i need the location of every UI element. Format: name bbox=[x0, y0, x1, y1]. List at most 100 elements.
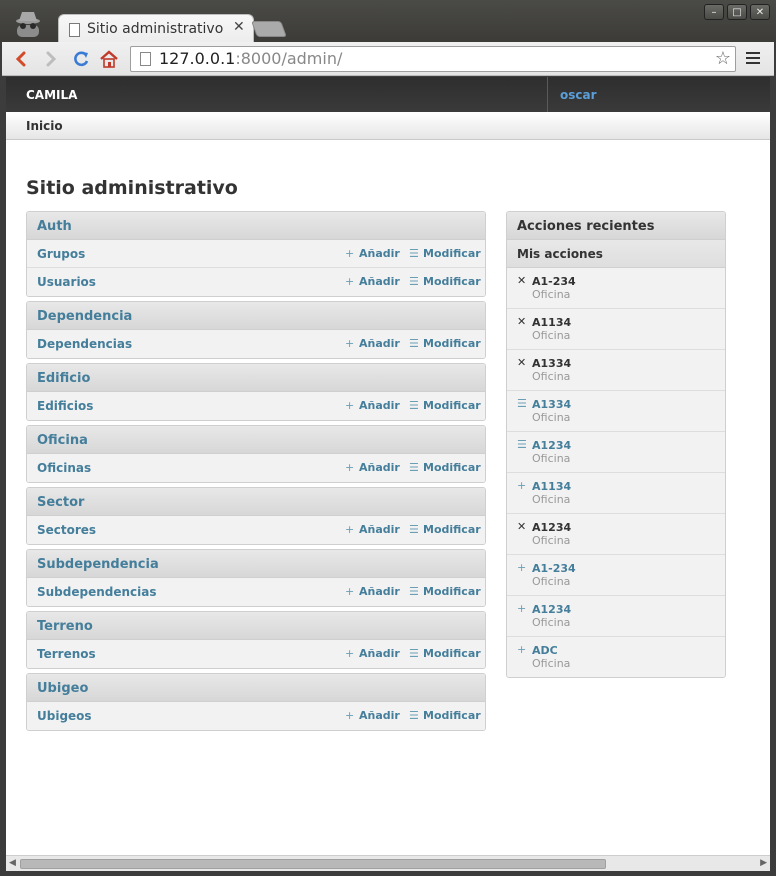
change-icon: ☰ bbox=[409, 585, 419, 598]
model-link[interactable]: Subdependencias bbox=[37, 585, 157, 599]
maximize-button[interactable]: □ bbox=[727, 4, 747, 20]
change-label: Modificar bbox=[423, 585, 481, 598]
app-module-header: Terreno bbox=[27, 612, 485, 640]
close-window-button[interactable]: ✕ bbox=[750, 4, 770, 20]
add-label: Añadir bbox=[359, 399, 400, 412]
back-button[interactable] bbox=[10, 48, 32, 70]
recent-action-item[interactable]: ☰ A1234 Oficina bbox=[507, 432, 725, 473]
browser-menu-icon[interactable] bbox=[746, 52, 760, 66]
page-title: Sitio administrativo bbox=[26, 177, 238, 199]
model-link[interactable]: Usuarios bbox=[37, 275, 96, 289]
change-icon: ☰ bbox=[409, 647, 419, 660]
app-link[interactable]: Ubigeo bbox=[37, 681, 88, 696]
model-link[interactable]: Oficinas bbox=[37, 461, 91, 475]
action-object-name[interactable]: A1-234 bbox=[532, 562, 576, 575]
change-icon: ☰ bbox=[409, 275, 419, 288]
home-button[interactable] bbox=[98, 48, 120, 70]
change-label: Modificar bbox=[423, 399, 481, 412]
model-link[interactable]: Sectores bbox=[37, 523, 96, 537]
bookmark-star-icon[interactable]: ☆ bbox=[715, 48, 731, 69]
url-host: 127.0.0.1 bbox=[159, 49, 236, 68]
change-link[interactable]: ☰ Modificar bbox=[409, 523, 481, 536]
forward-button[interactable] bbox=[40, 48, 62, 70]
action-object-name[interactable]: A1134 bbox=[532, 480, 571, 493]
change-label: Modificar bbox=[423, 647, 481, 660]
action-object-name[interactable]: A1334 bbox=[532, 398, 571, 411]
recent-actions-title: Acciones recientes bbox=[517, 219, 655, 234]
add-icon: + bbox=[517, 602, 527, 615]
change-link[interactable]: ☰ Modificar bbox=[409, 337, 481, 350]
model-row: Edificios + Añadir ☰ Modificar bbox=[27, 392, 485, 420]
change-link[interactable]: ☰ Modificar bbox=[409, 647, 481, 660]
minimize-button[interactable]: – bbox=[704, 4, 724, 20]
change-link[interactable]: ☰ Modificar bbox=[409, 461, 481, 474]
add-label: Añadir bbox=[359, 585, 400, 598]
change-label: Modificar bbox=[423, 275, 481, 288]
action-object-name[interactable]: A1234 bbox=[532, 439, 571, 452]
app-link[interactable]: Terreno bbox=[37, 619, 93, 634]
action-object-name[interactable]: ADC bbox=[532, 644, 558, 657]
change-label: Modificar bbox=[423, 523, 481, 536]
add-link[interactable]: + Añadir bbox=[345, 247, 400, 260]
action-object-type: Oficina bbox=[532, 657, 571, 670]
add-link[interactable]: + Añadir bbox=[345, 275, 400, 288]
app-link[interactable]: Subdependencia bbox=[37, 557, 159, 572]
scroll-left-arrow-icon[interactable]: ◀ bbox=[9, 858, 16, 868]
actions-list: ✕ A1-234 Oficina ✕ A1134 Oficina ✕ A1334 Oficina… bbox=[507, 268, 725, 677]
app-link[interactable]: Oficina bbox=[37, 433, 88, 448]
add-link[interactable]: + Añadir bbox=[345, 523, 400, 536]
add-link[interactable]: + Añadir bbox=[345, 709, 400, 722]
model-link[interactable]: Terrenos bbox=[37, 647, 96, 661]
change-link[interactable]: ☰ Modificar bbox=[409, 275, 481, 288]
add-link[interactable]: + Añadir bbox=[345, 647, 400, 660]
action-object-name[interactable]: A1234 bbox=[532, 603, 571, 616]
change-link[interactable]: ☰ Modificar bbox=[409, 399, 481, 412]
add-link[interactable]: + Añadir bbox=[345, 585, 400, 598]
change-link[interactable]: ☰ Modificar bbox=[409, 709, 481, 722]
recent-action-item[interactable]: + A1134 Oficina bbox=[507, 473, 725, 514]
app-link[interactable]: Sector bbox=[37, 495, 84, 510]
app-module-header: Subdependencia bbox=[27, 550, 485, 578]
add-link[interactable]: + Añadir bbox=[345, 461, 400, 474]
app-module-header: Auth bbox=[27, 212, 485, 240]
recent-action-item[interactable]: ☰ A1334 Oficina bbox=[507, 391, 725, 432]
horizontal-scrollbar[interactable]: ◀ ▶ bbox=[6, 855, 770, 871]
browser-tab[interactable]: Sitio administrativo | Sitio ✕ bbox=[58, 14, 254, 44]
add-link[interactable]: + Añadir bbox=[345, 337, 400, 350]
add-icon: + bbox=[345, 585, 355, 598]
site-name-link[interactable]: CAMILA bbox=[26, 88, 77, 102]
app-module-header: Sector bbox=[27, 488, 485, 516]
change-label: Modificar bbox=[423, 461, 481, 474]
scroll-right-arrow-icon[interactable]: ▶ bbox=[760, 858, 767, 868]
model-row: Subdependencias + Añadir ☰ Modificar bbox=[27, 578, 485, 606]
my-actions-title: Mis acciones bbox=[517, 247, 603, 261]
address-bar[interactable]: 127.0.0.1:8000/admin/ ☆ bbox=[130, 46, 736, 72]
add-link[interactable]: + Añadir bbox=[345, 399, 400, 412]
app-module: Edificio Edificios + Añadir ☰ Modificar bbox=[26, 363, 486, 421]
add-label: Añadir bbox=[359, 337, 400, 350]
recent-action-item[interactable]: + ADC Oficina bbox=[507, 637, 725, 677]
breadcrumb-home-link[interactable]: Inicio bbox=[26, 119, 63, 133]
app-link[interactable]: Auth bbox=[37, 219, 72, 234]
app-module-header: Oficina bbox=[27, 426, 485, 454]
reload-button[interactable] bbox=[70, 48, 92, 70]
scrollbar-thumb[interactable] bbox=[20, 859, 606, 869]
model-link[interactable]: Grupos bbox=[37, 247, 85, 261]
page-info-icon[interactable] bbox=[140, 52, 151, 66]
add-icon: + bbox=[517, 479, 527, 492]
add-icon: + bbox=[345, 275, 355, 288]
user-link[interactable]: oscar bbox=[560, 88, 597, 102]
model-link[interactable]: Edificios bbox=[37, 399, 93, 413]
model-link[interactable]: Dependencias bbox=[37, 337, 132, 351]
recent-action-item[interactable]: + A1234 Oficina bbox=[507, 596, 725, 637]
change-link[interactable]: ☰ Modificar bbox=[409, 247, 481, 260]
action-object-name: A1-234 bbox=[532, 275, 576, 288]
change-link[interactable]: ☰ Modificar bbox=[409, 585, 481, 598]
app-link[interactable]: Edificio bbox=[37, 371, 90, 386]
new-tab-button[interactable] bbox=[251, 21, 287, 37]
model-link[interactable]: Ubigeos bbox=[37, 709, 92, 723]
recent-action-item[interactable]: + A1-234 Oficina bbox=[507, 555, 725, 596]
app-link[interactable]: Dependencia bbox=[37, 309, 132, 324]
recent-action-item: ✕ A1334 Oficina bbox=[507, 350, 725, 391]
close-tab-icon[interactable]: ✕ bbox=[233, 19, 245, 35]
